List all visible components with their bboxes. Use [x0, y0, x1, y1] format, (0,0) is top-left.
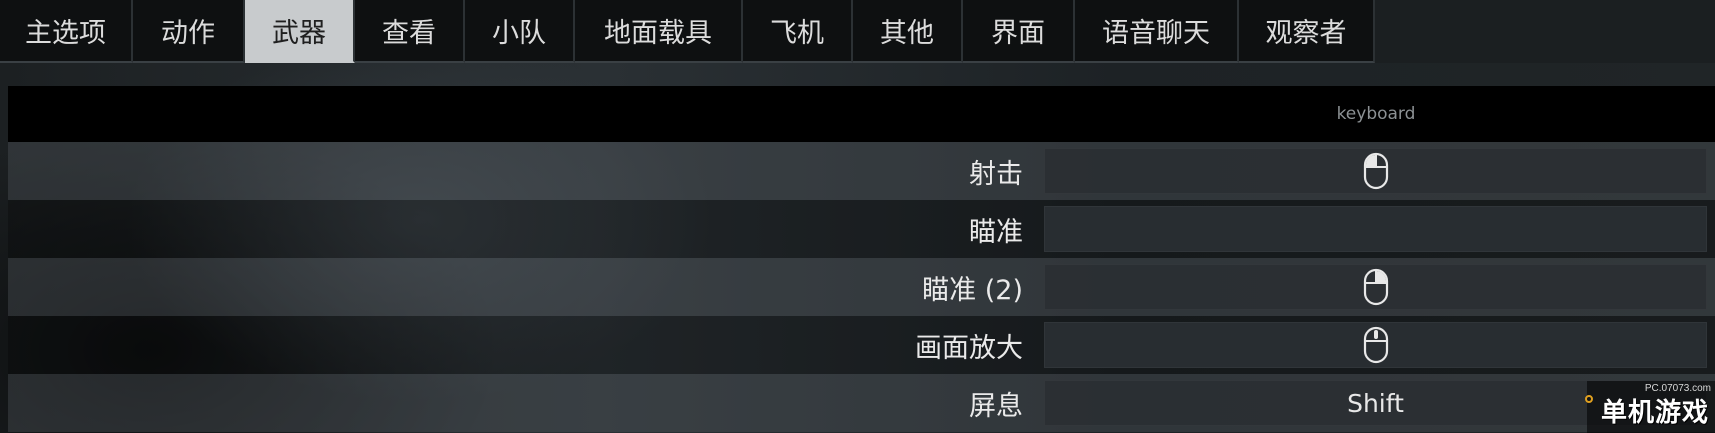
- tab-weapons[interactable]: 武器: [245, 0, 355, 63]
- site-watermark: PC.07073.com 单机游戏: [1585, 381, 1715, 433]
- tab-voice-chat[interactable]: 语音聊天: [1075, 0, 1239, 63]
- keybind-table-header: keyboard: [8, 86, 1715, 142]
- tab-interface[interactable]: 界面: [963, 0, 1075, 63]
- tab-actions[interactable]: 动作: [133, 0, 245, 63]
- watermark-logo-text: 单机游戏: [1600, 398, 1709, 428]
- keybind-label: 屏息: [969, 390, 1023, 422]
- keybind-label: 画面放大: [915, 332, 1023, 364]
- tab-aircraft[interactable]: 飞机: [743, 0, 853, 63]
- tab-bar-fill: [1375, 0, 1715, 63]
- logo-swirl-icon: [1585, 395, 1593, 403]
- tab-squad[interactable]: 小队: [465, 0, 575, 63]
- tab-main-options[interactable]: 主选项: [0, 0, 133, 63]
- keybind-row-aim: 瞄准: [8, 200, 1715, 258]
- keybind-cell-aim[interactable]: [1044, 206, 1707, 252]
- keybind-label: 瞄准: [969, 216, 1023, 248]
- tab-view[interactable]: 查看: [355, 0, 465, 63]
- mouse-left-icon: [1363, 152, 1389, 190]
- keybind-cell-zoom[interactable]: [1044, 322, 1707, 368]
- device-column-header: keyboard: [1336, 104, 1416, 124]
- keybind-label: 瞄准 (2): [922, 274, 1023, 306]
- keybind-cell-fire[interactable]: [1044, 148, 1707, 194]
- keybind-table: keyboard 射击 瞄准 瞄准 (2) 画面放大 屏息 Shift: [8, 86, 1715, 432]
- keybind-row-hold-breath: 屏息 Shift: [8, 374, 1715, 432]
- mouse-middle-icon: [1363, 326, 1389, 364]
- tab-spectator[interactable]: 观察者: [1239, 0, 1375, 63]
- keybind-row-zoom: 画面放大: [8, 316, 1715, 374]
- keybind-cell-aim-2[interactable]: [1044, 264, 1707, 310]
- tab-other[interactable]: 其他: [853, 0, 963, 63]
- keybind-label: 射击: [969, 158, 1023, 190]
- keybind-row-aim-2: 瞄准 (2): [8, 258, 1715, 316]
- keybind-row-fire: 射击: [8, 142, 1715, 200]
- settings-tab-bar: 主选项 动作 武器 查看 小队 地面载具 飞机 其他 界面 语音聊天 观察者: [0, 0, 1715, 63]
- mouse-right-icon: [1363, 268, 1389, 306]
- tab-ground-vehicles[interactable]: 地面载具: [575, 0, 743, 63]
